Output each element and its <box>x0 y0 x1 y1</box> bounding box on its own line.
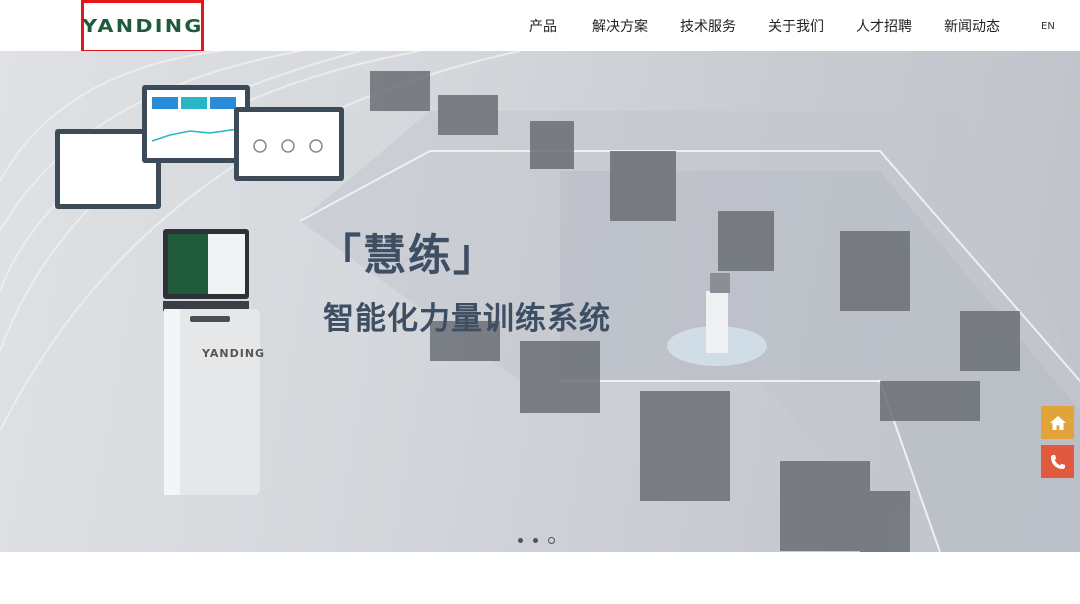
banner-headline: 「慧练」 <box>318 231 498 281</box>
carousel-dot-3[interactable] <box>548 537 555 544</box>
phone-icon <box>1050 454 1065 469</box>
nav-item-about[interactable]: 关于我们 <box>768 16 824 36</box>
carousel-dot-1[interactable] <box>518 538 523 543</box>
nav-item-tech-services[interactable]: 技术服务 <box>680 16 736 36</box>
nav-item-news[interactable]: 新闻动态 <box>944 16 1000 36</box>
page: YANDING 产品 解决方案 技术服务 关于我们 人才招聘 新闻动态 EN 「… <box>0 0 1080 604</box>
site-header: YANDING 产品 解决方案 技术服务 关于我们 人才招聘 新闻动态 EN <box>0 0 1080 53</box>
page-below-fold <box>0 552 1080 604</box>
carousel-dot-2[interactable] <box>533 538 538 543</box>
nav-item-solutions[interactable]: 解决方案 <box>592 16 648 36</box>
home-icon <box>1049 415 1066 430</box>
logo[interactable]: YANDING <box>81 0 204 53</box>
banner-subline: 智能化力量训练系统 <box>323 301 611 337</box>
home-button[interactable] <box>1041 406 1074 439</box>
kiosk-brand-label: YANDING <box>202 347 266 360</box>
logo-text: YANDING <box>81 16 204 37</box>
hero-banner[interactable]: 「慧练」 智能化力量训练系统 YANDING <box>0 51 1080 552</box>
language-switch[interactable]: EN <box>1041 21 1055 32</box>
nav-item-products[interactable]: 产品 <box>529 16 557 36</box>
nav-item-careers[interactable]: 人才招聘 <box>856 16 912 36</box>
carousel-pagination <box>518 537 555 544</box>
phone-button[interactable] <box>1041 445 1074 478</box>
